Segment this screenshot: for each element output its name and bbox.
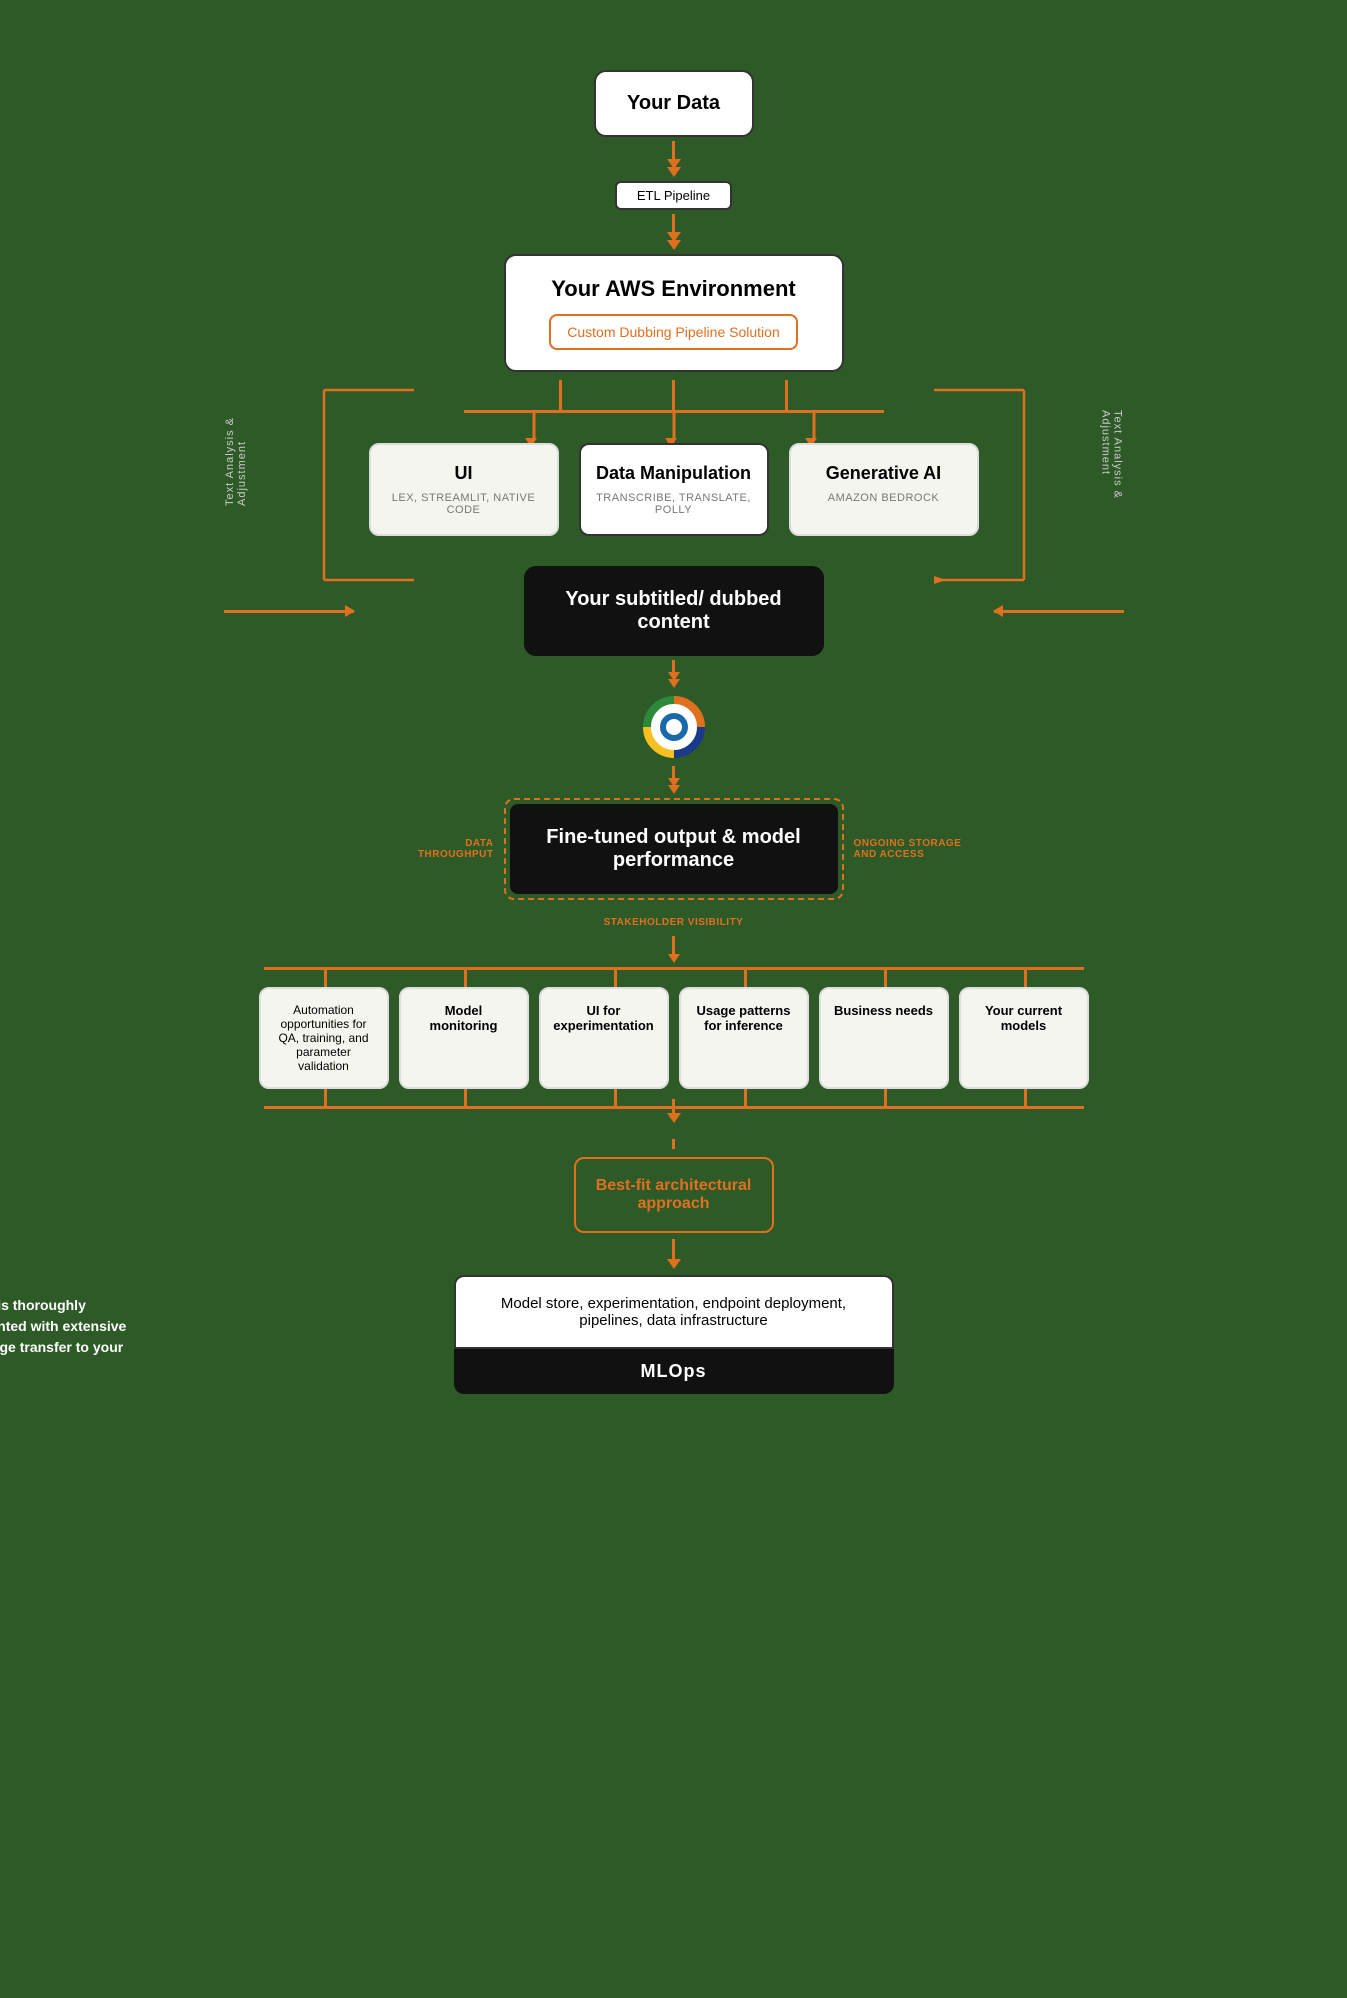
aws-section: Your AWS Environment Custom Dubbing Pipe… bbox=[224, 254, 1124, 372]
ongoing-storage-label: ONGOING STORAGE AND ACCESS bbox=[854, 838, 964, 860]
arrow-to-aws bbox=[224, 214, 1124, 250]
etl-box: ETL Pipeline bbox=[615, 181, 732, 210]
stakeholder-label: STAKEHOLDER VISIBILITY bbox=[604, 917, 744, 928]
mlops-top-text: Model store, experimentation, endpoint d… bbox=[501, 1295, 846, 1329]
v-rise-2 bbox=[464, 1089, 467, 1109]
left-arrowhead bbox=[345, 605, 355, 617]
aws-box: Your AWS Environment Custom Dubbing Pipe… bbox=[504, 254, 844, 372]
arrow-col-center bbox=[672, 380, 675, 410]
your-data-section: Your Data bbox=[224, 40, 1124, 137]
arrow-from-finetuned bbox=[224, 936, 1124, 963]
v-drop-2 bbox=[464, 967, 467, 987]
ui-subtitle: LEX, STREAMLIT, NATIVE CODE bbox=[385, 492, 543, 516]
bottom-spacer bbox=[224, 1394, 1124, 1454]
v-rise-6 bbox=[1024, 1089, 1027, 1109]
right-h-arrow bbox=[994, 610, 1124, 613]
right-arrowhead bbox=[993, 605, 1003, 617]
dubbed-title: Your subtitled/ dubbed content bbox=[565, 588, 781, 633]
data-throughput-label: DATA THROUGHPUT bbox=[394, 838, 494, 860]
box-ui-experimentation: UI for experimentation bbox=[539, 987, 669, 1089]
v-drop-6 bbox=[1024, 967, 1027, 987]
center-arrow-down bbox=[667, 1099, 681, 1123]
arrow-to-bestfit bbox=[224, 1139, 1124, 1149]
circle-icon bbox=[639, 692, 709, 762]
v-rise-5 bbox=[884, 1089, 887, 1109]
data-manip-box: Data Manipulation TRANSCRIBE, TRANSLATE,… bbox=[579, 443, 769, 536]
your-data-title: Your Data bbox=[627, 92, 720, 114]
aws-title: Your AWS Environment bbox=[521, 276, 827, 302]
finetuned-box: Fine-tuned output & model performance bbox=[510, 804, 838, 894]
mlops-bottom-text: MLOps bbox=[641, 1361, 707, 1381]
h-connector-six-bottom bbox=[224, 1089, 1124, 1109]
three-col-boxes-area: UI LEX, STREAMLIT, NATIVE CODE Data Mani… bbox=[224, 410, 1124, 536]
gen-ai-subtitle: AMAZON BEDROCK bbox=[805, 492, 963, 504]
data-manip-title: Data Manipulation bbox=[595, 463, 753, 484]
box-automation: Automation opportunities for QA, trainin… bbox=[259, 987, 389, 1089]
arrow-col-right bbox=[785, 380, 788, 410]
mlops-bottom: MLOps bbox=[454, 1349, 894, 1394]
your-data-box: Your Data bbox=[594, 70, 754, 137]
v-drop-5 bbox=[884, 967, 887, 987]
gen-ai-box: Generative AI AMAZON BEDROCK bbox=[789, 443, 979, 536]
v-rise-4 bbox=[744, 1089, 747, 1109]
to-dubbed-arrows: Your subtitled/ dubbed content bbox=[224, 566, 1124, 656]
ui-box: UI LEX, STREAMLIT, NATIVE CODE bbox=[369, 443, 559, 536]
three-col-boxes: UI LEX, STREAMLIT, NATIVE CODE Data Mani… bbox=[224, 413, 1124, 536]
v-drop-1 bbox=[324, 967, 327, 987]
circle-icon-container bbox=[224, 692, 1124, 762]
arrow-col-left bbox=[559, 380, 562, 410]
box-usage-patterns: Usage patterns for inference bbox=[679, 987, 809, 1089]
ui-experimentation-label: UI for experimentation bbox=[553, 1003, 653, 1033]
usage-patterns-label: Usage patterns for inference bbox=[697, 1003, 791, 1033]
v-drop-4 bbox=[744, 967, 747, 987]
v-drop-3 bbox=[614, 967, 617, 987]
current-models-label: Your current models bbox=[985, 1003, 1062, 1033]
v-rise-3 bbox=[614, 1089, 617, 1109]
arrow-to-etl bbox=[224, 141, 1124, 177]
finetuned-section: Fine-tuned output & model performance DA… bbox=[504, 798, 844, 900]
finetuned-title: Fine-tuned output & model performance bbox=[546, 826, 800, 871]
three-col-section: Text Analysis & Adjustment Text Analysis… bbox=[224, 380, 1124, 536]
bestfit-section: Best-fit architectural approach bbox=[224, 1157, 1124, 1233]
mlops-top: Model store, experimentation, endpoint d… bbox=[454, 1275, 894, 1349]
box-current-models: Your current models bbox=[959, 987, 1089, 1089]
business-needs-label: Business needs bbox=[834, 1003, 933, 1018]
etl-wrapper: ETL Pipeline bbox=[224, 181, 1124, 210]
dubbed-box: Your subtitled/ dubbed content bbox=[524, 566, 824, 656]
etl-label: ETL Pipeline bbox=[637, 188, 710, 203]
six-boxes-section: Automation opportunities for QA, trainin… bbox=[224, 967, 1124, 1109]
model-monitoring-label: Model monitoring bbox=[430, 1003, 498, 1033]
box-model-monitoring: Model monitoring bbox=[399, 987, 529, 1089]
six-col-boxes: Automation opportunities for QA, trainin… bbox=[224, 987, 1124, 1089]
mlops-section: System is thoroughly documented with ext… bbox=[224, 1275, 1124, 1394]
finetuned-dashed-border: Fine-tuned output & model performance bbox=[504, 798, 844, 900]
left-h-arrow bbox=[224, 610, 354, 613]
aws-to-three-arrows bbox=[224, 380, 1124, 410]
arrow-to-mlops bbox=[224, 1239, 1124, 1269]
ui-title: UI bbox=[385, 463, 543, 484]
box-business-needs: Business needs bbox=[819, 987, 949, 1089]
mlops-wrapper: Model store, experimentation, endpoint d… bbox=[454, 1275, 894, 1394]
bestfit-title: Best-fit architectural approach bbox=[596, 1177, 752, 1212]
gen-ai-title: Generative AI bbox=[805, 463, 963, 484]
automation-label: Automation opportunities for QA, trainin… bbox=[278, 1003, 368, 1073]
data-manip-subtitle: TRANSCRIBE, TRANSLATE, POLLY bbox=[595, 492, 753, 516]
arrow-from-dubbed bbox=[224, 660, 1124, 688]
h-connector-six bbox=[224, 967, 1124, 987]
v-rise-1 bbox=[324, 1089, 327, 1109]
arrow-from-circle bbox=[224, 766, 1124, 794]
h-line-six bbox=[264, 967, 1084, 970]
bottom-left-text: System is thoroughly documented with ext… bbox=[0, 1295, 144, 1379]
custom-dubbing-label: Custom Dubbing Pipeline Solution bbox=[549, 314, 797, 350]
bestfit-box: Best-fit architectural approach bbox=[574, 1157, 774, 1233]
